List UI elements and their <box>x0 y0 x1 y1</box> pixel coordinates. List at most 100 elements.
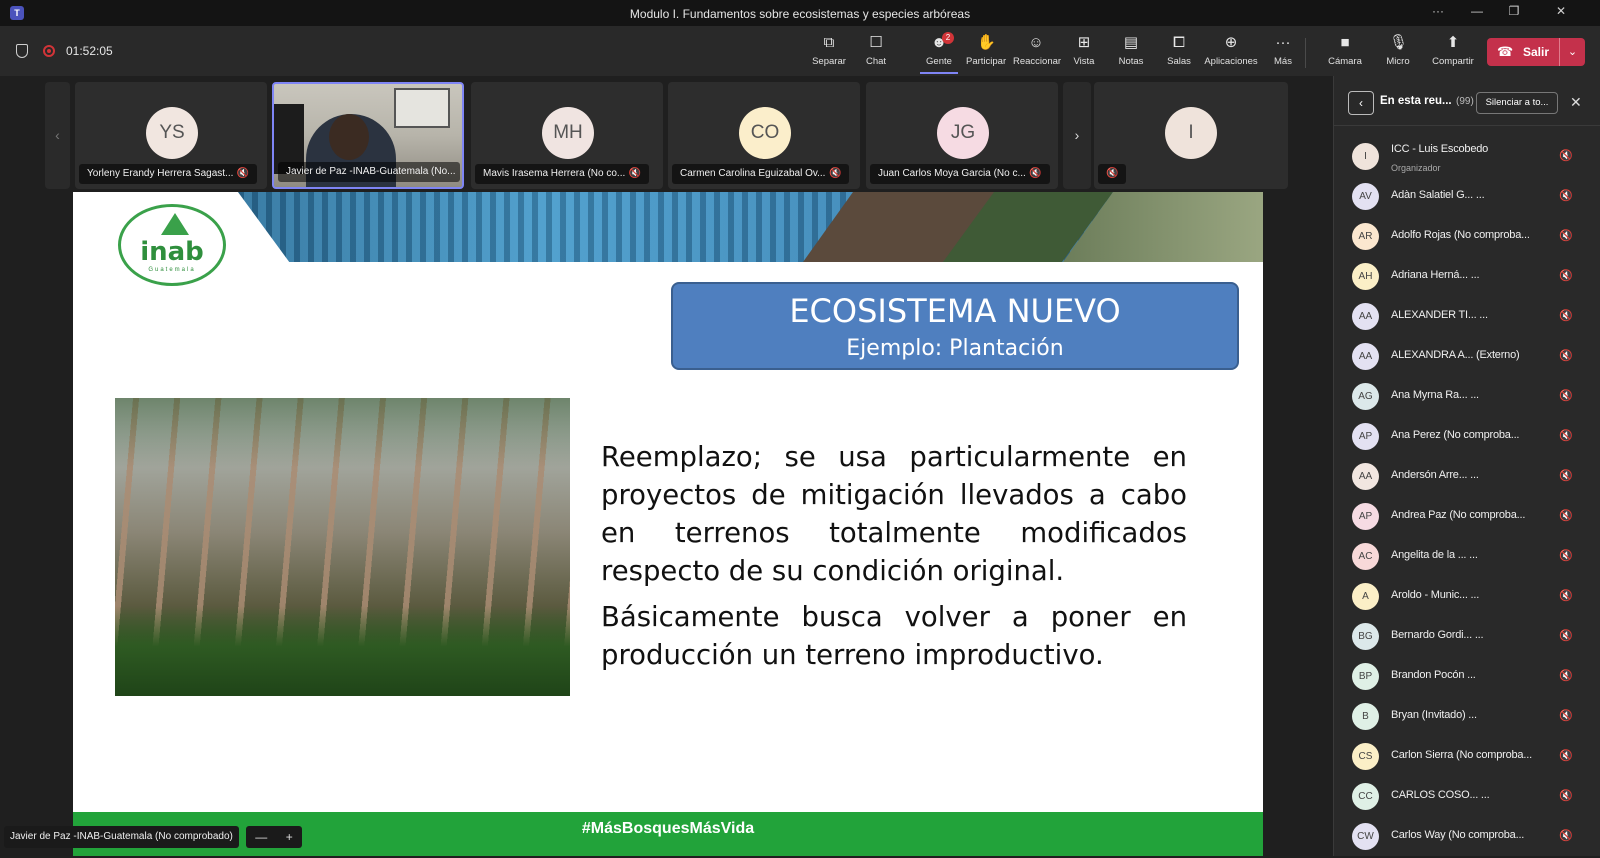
participant-list: I ICC - Luis Escobedo Organizador 🔇 AV Adàn S… <box>1334 138 1600 858</box>
back-button[interactable]: ‹ <box>1348 91 1374 115</box>
close-window-button[interactable]: ✕ <box>1546 4 1576 18</box>
participant-name: ALEXANDER TI... ... <box>1391 309 1488 321</box>
avatar: AH <box>1352 263 1379 290</box>
slide-title: ECOSISTEMA NUEVO <box>789 292 1121 330</box>
mic-off-icon: 🎙 <box>1389 34 1409 51</box>
maximize-button[interactable]: ❐ <box>1499 4 1529 18</box>
list-item[interactable]: AG Ana Myrna Ra... ... 🔇 <box>1334 378 1600 418</box>
zoom-in-button[interactable]: + <box>286 826 293 848</box>
list-item[interactable]: AV Adàn Salatiel G... ... 🔇 <box>1334 178 1600 218</box>
tile-name: Carmen Carolina Eguizabal Ov... 🔇 <box>672 164 850 184</box>
mic-off-icon: 🔇 <box>1559 630 1573 642</box>
react-button[interactable]: ☺ Reaccionar <box>1013 34 1061 74</box>
zoom-out-button[interactable]: — <box>255 826 267 848</box>
mic-off-icon: 🔇 <box>1559 190 1573 202</box>
people-button[interactable]: ☻ 2 Gente <box>920 32 958 74</box>
avatar: I <box>1165 107 1217 159</box>
mic-off-icon: 🔇 <box>1559 150 1573 162</box>
apps-icon: ⊕ <box>1224 34 1238 51</box>
list-item[interactable]: CS Carlon Sierra (No comproba... 🔇 <box>1334 738 1600 778</box>
mic-off-icon: 🔇 <box>1559 510 1573 522</box>
participant-name: Carlon Sierra (No comproba... <box>1391 749 1532 761</box>
tile-name: Mavis Irasema Herrera (No co... 🔇 <box>475 164 650 184</box>
avatar: AA <box>1352 303 1379 330</box>
pop-out-button[interactable]: ⧉ Separar <box>811 34 847 74</box>
phone-hangup-icon: ☎ <box>1497 44 1514 59</box>
avatar: A <box>1352 583 1379 610</box>
participant-video-tile[interactable]: Javier de Paz -INAB-Guatemala (No... <box>272 82 464 189</box>
list-item[interactable]: AA Andersón Arre... ... 🔇 <box>1334 458 1600 498</box>
mic-off-icon: 🔇 <box>1559 230 1573 242</box>
share-button[interactable]: ⬆ Compartir <box>1430 34 1476 74</box>
tile-name: Yorleny Erandy Herrera Sagast... 🔇 <box>79 164 258 184</box>
minimize-button[interactable]: — <box>1462 4 1492 18</box>
chat-button[interactable]: ☐ Chat <box>858 34 894 74</box>
participant-tile[interactable]: YS Yorleny Erandy Herrera Sagast... 🔇 <box>75 82 267 189</box>
panel-header: ‹ En esta reu... (99) Silenciar a to... … <box>1334 76 1600 126</box>
list-item[interactable]: AP Ana Perez (No comproba... 🔇 <box>1334 418 1600 458</box>
avatar: MH <box>542 107 594 159</box>
mute-all-button[interactable]: Silenciar a to... <box>1476 92 1558 114</box>
list-item[interactable]: AC Angelita de la ... ... 🔇 <box>1334 538 1600 578</box>
leave-button[interactable]: ☎ Salir ⌄ <box>1487 38 1585 66</box>
participant-tile[interactable]: CO Carmen Carolina Eguizabal Ov... 🔇 <box>668 82 860 189</box>
list-item[interactable]: AA ALEXANDRA A... (Externo) 🔇 <box>1334 338 1600 378</box>
view-button[interactable]: ⊞ Vista <box>1069 34 1099 74</box>
leave-label: Salir <box>1523 45 1550 59</box>
tiles-prev-button[interactable]: ‹ <box>45 82 70 189</box>
chevron-down-icon[interactable]: ⌄ <box>1559 38 1585 66</box>
window-more-icon[interactable]: ··· <box>1423 4 1453 18</box>
mic-off-icon: 🔇 <box>1559 390 1573 402</box>
list-item[interactable]: A Aroldo - Munic... ... 🔇 <box>1334 578 1600 618</box>
avatar: AG <box>1352 383 1379 410</box>
mic-off-icon: 🔇 <box>1559 790 1573 802</box>
list-item[interactable]: AR Adolfo Rojas (No comproba... 🔇 <box>1334 218 1600 258</box>
apps-button[interactable]: ⊕ Aplicaciones <box>1204 34 1258 74</box>
list-item[interactable]: BP Brandon Pocón ... 🔇 <box>1334 658 1600 698</box>
participant-name: Ana Perez (No comproba... <box>1391 429 1520 441</box>
presenter-label: Javier de Paz -INAB-Guatemala (No compro… <box>4 826 239 848</box>
list-item[interactable]: I ICC - Luis Escobedo Organizador 🔇 <box>1334 138 1600 178</box>
list-item[interactable]: AP Andrea Paz (No comproba... 🔇 <box>1334 498 1600 538</box>
tiles-next-button[interactable]: › <box>1063 82 1091 189</box>
participant-tile[interactable]: MH Mavis Irasema Herrera (No co... 🔇 <box>471 82 663 189</box>
camera-button[interactable]: ■ Cámara <box>1327 34 1363 74</box>
close-icon[interactable]: ✕ <box>1570 94 1582 111</box>
mic-off-icon: 🔇 <box>1559 750 1573 762</box>
notes-button[interactable]: ▤ Notas <box>1115 34 1147 74</box>
participant-tile[interactable]: I 🔇 <box>1094 82 1288 189</box>
participant-name: Brandon Pocón ... <box>1391 669 1476 681</box>
shared-slide: inab Guatemala ECOSISTEMA NUEVO Ejemplo:… <box>73 192 1263 856</box>
avatar: YS <box>146 107 198 159</box>
tile-name: 🔇 <box>1098 164 1127 184</box>
mic-button[interactable]: 🎙 Micro <box>1383 34 1413 74</box>
mic-off-icon: 🔇 <box>1559 470 1573 482</box>
participant-name: ALEXANDRA A... (Externo) <box>1391 349 1520 361</box>
list-item[interactable]: AH Adriana Herná... ... 🔇 <box>1334 258 1600 298</box>
raise-hand-button[interactable]: ✋ Participar <box>966 34 1006 74</box>
more-icon: ··· <box>1275 34 1291 51</box>
list-item[interactable]: AA ALEXANDER TI... ... 🔇 <box>1334 298 1600 338</box>
participant-name: ICC - Luis Escobedo <box>1391 143 1489 155</box>
people-badge: 2 <box>942 32 954 44</box>
slide-paragraph: Básicamente busca volver a poner en prod… <box>601 601 1187 671</box>
chat-icon: ☐ <box>869 34 883 51</box>
avatar: CC <box>1352 783 1379 810</box>
participant-tile[interactable]: JG Juan Carlos Moya Garcia (No c... 🔇 <box>866 82 1058 189</box>
mic-off-icon: 🔇 <box>1559 310 1573 322</box>
list-item[interactable]: CC CARLOS COSO... ... 🔇 <box>1334 778 1600 818</box>
list-item[interactable]: B Bryan (Invitado) ... 🔇 <box>1334 698 1600 738</box>
share-icon: ⬆ <box>1446 34 1460 51</box>
avatar: AV <box>1352 183 1379 210</box>
raise-hand-icon: ✋ <box>977 34 996 51</box>
zoom-control[interactable]: — + <box>246 826 302 848</box>
slide-title-box: ECOSISTEMA NUEVO Ejemplo: Plantación <box>671 282 1239 370</box>
panel-title: En esta reu... <box>1380 95 1452 107</box>
list-item[interactable]: CW Carlos Way (No comproba... 🔇 <box>1334 818 1600 858</box>
list-item[interactable]: BG Bernardo Gordi... ... 🔇 <box>1334 618 1600 658</box>
more-button[interactable]: ··· Más <box>1269 34 1297 74</box>
tile-name: Javier de Paz -INAB-Guatemala (No... <box>278 162 460 182</box>
rooms-button[interactable]: ⧠ Salas <box>1163 34 1195 74</box>
meeting-toolbar: 01:52:05 ⧉ Separar ☐ Chat ☻ 2 Gente ✋ Partici… <box>0 26 1600 76</box>
mic-off-icon: 🔇 <box>1559 430 1573 442</box>
